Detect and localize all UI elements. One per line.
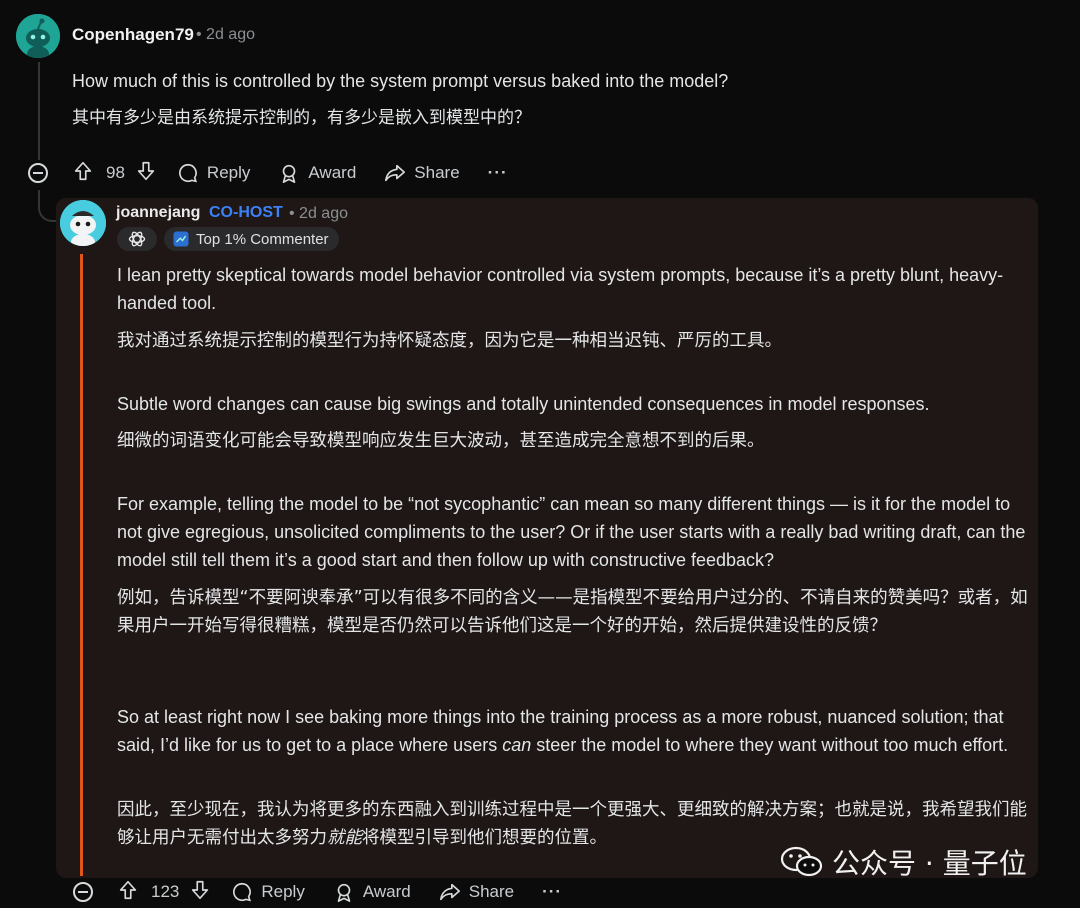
- award-button[interactable]: Award: [333, 881, 411, 903]
- emphasis: 就能: [327, 828, 362, 848]
- top-commenter-flair: Top 1% Commenter: [164, 227, 339, 251]
- highlighted-thread-line[interactable]: [80, 254, 83, 876]
- reply-label: Reply: [261, 882, 305, 901]
- share-button[interactable]: Share: [384, 162, 460, 184]
- share-icon: [385, 164, 406, 182]
- top-commenter-icon: [173, 231, 189, 247]
- reply-paragraph-translation: 例如，告诉模型“不要阿谀奉承”可以有很多不同的含义——是指模型不要给用户过分的、…: [117, 588, 1028, 636]
- share-label: Share: [414, 163, 460, 182]
- downvote-icon[interactable]: [135, 160, 157, 187]
- reply-paragraph-translation: 细微的词语变化可能会导致模型响应发生巨大波动，甚至造成完全意想不到的后果。: [117, 431, 765, 451]
- openai-logo-icon: [128, 231, 146, 247]
- comment-text-translation: 其中有多少是由系统提示控制的，有多少是嵌入到模型中的？: [72, 108, 531, 128]
- award-icon: [283, 164, 296, 183]
- snoo-avatar-icon: [16, 14, 60, 58]
- watermark: 公众号 · 量子位: [780, 842, 1027, 882]
- downvote-icon[interactable]: [189, 879, 211, 906]
- reply-timestamp[interactable]: • 2d ago: [289, 205, 348, 223]
- award-label: Award: [308, 163, 357, 182]
- reply-action-bar: 123 Reply Award Share ···: [73, 876, 562, 908]
- wechat-icon: [780, 846, 823, 877]
- openai-flair: [117, 227, 157, 251]
- comment-bubble-icon: [233, 882, 252, 902]
- reply-paragraph: So at least right now I see baking more …: [117, 707, 1009, 755]
- comment-username[interactable]: Copenhagen79: [72, 25, 194, 45]
- award-button[interactable]: Award: [278, 162, 356, 184]
- vote-count: 123: [151, 882, 180, 901]
- avatar[interactable]: [16, 14, 60, 58]
- vote-count: 98: [106, 163, 125, 182]
- upvote-icon[interactable]: [72, 160, 94, 187]
- share-label: Share: [468, 882, 515, 901]
- collapse-thread-button[interactable]: [73, 882, 93, 902]
- flair-label: Top 1% Commenter: [196, 230, 329, 248]
- more-options-button[interactable]: ···: [542, 882, 562, 902]
- reply-paragraph: For example, telling the model to be “no…: [117, 494, 1026, 570]
- reply-button[interactable]: Reply: [177, 162, 250, 184]
- avatar[interactable]: [60, 200, 106, 246]
- comment-timestamp[interactable]: • 2d ago: [196, 26, 255, 44]
- reply-username[interactable]: joannejang: [116, 204, 200, 222]
- reply-paragraph-translation: 我对通过系统提示控制的模型行为持怀疑态度，因为它是一种相当迟钝、严厉的工具。: [117, 331, 782, 351]
- award-icon: [337, 883, 351, 902]
- reply-paragraph: Subtle word changes can cause big swings…: [117, 394, 930, 414]
- watermark-text: 公众号 · 量子位: [832, 847, 1027, 880]
- snoo-avatar-icon: [60, 200, 106, 246]
- upvote-icon[interactable]: [117, 879, 139, 906]
- reply-label: Reply: [206, 163, 251, 182]
- thread-line[interactable]: [38, 62, 40, 160]
- collapse-thread-button[interactable]: [28, 163, 48, 183]
- share-button[interactable]: Share: [439, 881, 514, 903]
- share-icon: [439, 883, 460, 901]
- reply-paragraph: I lean pretty skeptical towards model be…: [117, 265, 1004, 313]
- reply-button[interactable]: Reply: [231, 881, 305, 903]
- emphasis: can: [502, 735, 532, 755]
- cohost-badge: CO-HOST: [209, 204, 283, 221]
- award-label: Award: [362, 882, 411, 901]
- more-options-button[interactable]: ···: [488, 163, 508, 183]
- comment-action-bar: 98 Reply Award Share ···: [28, 157, 508, 189]
- comment-bubble-icon: [178, 163, 197, 183]
- comment-text: How much of this is controlled by the sy…: [72, 71, 729, 91]
